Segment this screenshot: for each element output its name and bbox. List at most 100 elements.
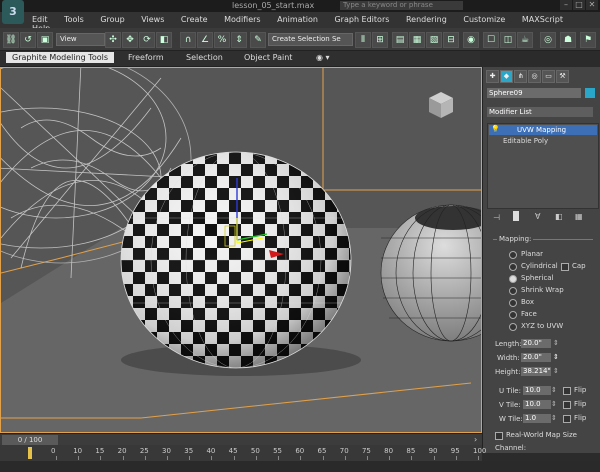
utilities-panel-icon[interactable]: ⚒ — [556, 70, 569, 83]
u-flip-checkbox[interactable] — [563, 387, 571, 395]
menu-modifiers[interactable]: Modifiers — [224, 15, 261, 24]
menu-views[interactable]: Views — [141, 15, 164, 24]
hierarchy-panel-icon[interactable]: ⋔ — [514, 70, 527, 83]
ribbon-options-icon[interactable]: ◉ ▾ — [316, 53, 330, 62]
graphite-icon[interactable]: ▦ — [409, 32, 425, 48]
timeline-tick-mark — [78, 456, 80, 460]
menu-customize[interactable]: Customize — [463, 15, 505, 24]
percent-snap-icon[interactable]: % — [214, 32, 230, 48]
tab-freeform[interactable]: Freeform — [128, 53, 164, 62]
snap-icon[interactable]: ∩ — [180, 32, 196, 48]
unlink-icon[interactable]: ↺ — [20, 32, 36, 48]
select-icon[interactable]: ▣ — [37, 32, 53, 48]
u-tile-spinner-icon[interactable]: ⇕ — [551, 386, 557, 394]
stack-item-editable-poly[interactable]: Editable Poly — [489, 136, 597, 146]
show-end-result-icon[interactable] — [513, 211, 519, 221]
schematic-icon[interactable]: ⊟ — [443, 32, 459, 48]
track-bar[interactable]: 0 10 15 20 25 30 35 40 45 50 55 60 65 70 75 80 85 90 95 100 — [0, 445, 486, 461]
v-tile-field[interactable]: 10.0 — [523, 400, 551, 409]
configure-sets-icon[interactable]: ▦ — [575, 212, 583, 221]
render-online-icon[interactable]: ⚑ — [580, 32, 596, 48]
render-iterative-icon[interactable]: ◎ — [540, 32, 556, 48]
length-field[interactable]: 20.0" — [521, 339, 551, 348]
app-logo-icon[interactable]: 3 — [2, 0, 24, 24]
modifier-list-dropdown[interactable]: Modifier List — [487, 107, 593, 117]
reference-coord-dropdown[interactable]: View — [56, 33, 105, 46]
menu-animation[interactable]: Animation — [277, 15, 318, 24]
activeshade-icon[interactable]: ☗ — [560, 32, 576, 48]
make-unique-icon[interactable]: ∀ — [535, 212, 540, 221]
bulb-icon[interactable]: 💡 — [491, 125, 500, 133]
align-icon[interactable]: ⊞ — [372, 32, 388, 48]
timeline-tick-mark — [300, 456, 302, 460]
timeline-tick-mark — [211, 456, 213, 460]
display-panel-icon[interactable]: ▭ — [542, 70, 555, 83]
stack-item-uvw-mapping[interactable]: 💡 UVW Mapping — [489, 125, 597, 135]
menu-rendering[interactable]: Rendering — [406, 15, 447, 24]
menu-edit[interactable]: Edit — [32, 15, 48, 24]
radio-spherical[interactable] — [509, 275, 517, 283]
curve-editor-icon[interactable]: ▧ — [426, 32, 442, 48]
height-spinner-icon[interactable]: ⇕ — [553, 367, 559, 375]
tab-object-paint[interactable]: Object Paint — [244, 53, 292, 62]
tab-selection[interactable]: Selection — [186, 53, 223, 62]
radio-xyz-to-uvw[interactable] — [509, 323, 517, 331]
v-tile-spinner-icon[interactable]: ⇕ — [551, 400, 557, 408]
object-name-field[interactable]: Sphere09 — [487, 88, 581, 98]
pivot-icon[interactable]: ✣ — [105, 32, 121, 48]
angle-snap-icon[interactable]: ∠ — [197, 32, 213, 48]
menu-group[interactable]: Group — [100, 15, 124, 24]
search-input[interactable]: Type a keyword or phrase — [340, 1, 463, 10]
menu-graph-editors[interactable]: Graph Editors — [334, 15, 389, 24]
scale-icon[interactable]: ◧ — [156, 32, 172, 48]
command-panel: ✚ ◆ ⋔ ◎ ▭ ⚒ Sphere09 Modifier List 💡 UVW… — [482, 67, 600, 453]
radio-planar[interactable] — [509, 251, 517, 259]
width-field[interactable]: 20.0" — [521, 353, 551, 362]
motion-panel-icon[interactable]: ◎ — [528, 70, 541, 83]
modify-panel-icon[interactable]: ◆ — [500, 70, 513, 83]
perspective-viewport[interactable] — [0, 67, 482, 433]
render-setup-icon[interactable]: ☐ — [483, 32, 499, 48]
u-tile-field[interactable]: 10.0 — [523, 386, 551, 395]
pin-stack-icon[interactable]: ⊣ — [493, 213, 500, 222]
menu-bar: 3 Edit Tools Group Views Create Modifier… — [0, 0, 600, 33]
w-tile-spinner-icon[interactable]: ⇕ — [551, 414, 557, 422]
minimize-button[interactable]: – — [560, 0, 572, 10]
v-flip-checkbox[interactable] — [563, 401, 571, 409]
rendered-frame-icon[interactable]: ◫ — [500, 32, 516, 48]
rotate-icon[interactable]: ⟳ — [139, 32, 155, 48]
time-slider-thumb[interactable]: 0 / 100 — [2, 435, 58, 445]
layer-manager-icon[interactable]: ▤ — [392, 32, 408, 48]
create-panel-icon[interactable]: ✚ — [486, 70, 499, 83]
timeline-tick-label: 30 — [162, 447, 171, 455]
mirror-icon[interactable]: ⫴ — [355, 32, 371, 48]
real-world-map-size-checkbox[interactable] — [495, 432, 503, 440]
radio-cylindrical[interactable] — [509, 263, 517, 271]
height-field[interactable]: 38.214" — [521, 367, 551, 376]
cap-checkbox[interactable] — [561, 263, 569, 271]
next-frame-icon[interactable]: › — [474, 435, 477, 444]
w-flip-checkbox[interactable] — [563, 415, 571, 423]
w-tile-field[interactable]: 1.0 — [523, 414, 551, 423]
length-spinner-icon[interactable]: ⇕ — [553, 339, 559, 347]
tab-graphite-modeling-tools[interactable]: Graphite Modeling Tools — [6, 52, 115, 63]
radio-shrink-wrap[interactable] — [509, 287, 517, 295]
move-icon[interactable]: ✥ — [122, 32, 138, 48]
radio-box[interactable] — [509, 299, 517, 307]
spinner-snap-icon[interactable]: ⇕ — [231, 32, 247, 48]
render-icon[interactable]: ☕ — [517, 32, 533, 48]
material-editor-icon[interactable]: ◉ — [463, 32, 479, 48]
named-selection-dropdown[interactable]: Create Selection Se — [268, 33, 353, 46]
remove-modifier-icon[interactable]: ◧ — [555, 212, 563, 221]
timeline-tick-label: 55 — [273, 447, 283, 455]
close-button[interactable]: ✕ — [586, 0, 598, 10]
width-spinner-icon[interactable]: ⇕ — [553, 353, 559, 361]
object-color-swatch[interactable] — [585, 88, 595, 98]
menu-create[interactable]: Create — [181, 15, 208, 24]
select-link-icon[interactable]: ⛓ — [3, 32, 19, 48]
edit-named-sets-icon[interactable]: ✎ — [250, 32, 266, 48]
menu-tools[interactable]: Tools — [64, 15, 84, 24]
maximize-button[interactable]: □ — [573, 0, 585, 10]
radio-face[interactable] — [509, 311, 517, 319]
menu-maxscript[interactable]: MAXScript — [522, 15, 563, 24]
